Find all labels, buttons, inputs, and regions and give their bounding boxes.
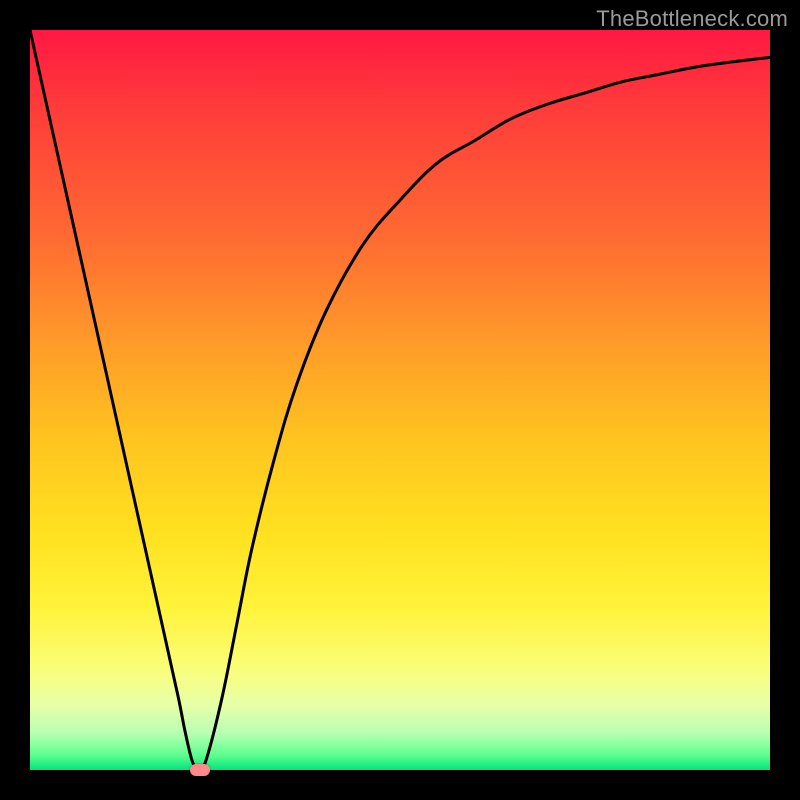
- curve-layer: [30, 30, 770, 770]
- optimum-marker: [190, 764, 210, 776]
- bottleneck-curve: [30, 30, 770, 770]
- chart-frame: TheBottleneck.com: [0, 0, 800, 800]
- plot-area: [30, 30, 770, 770]
- watermark-label: TheBottleneck.com: [596, 6, 788, 32]
